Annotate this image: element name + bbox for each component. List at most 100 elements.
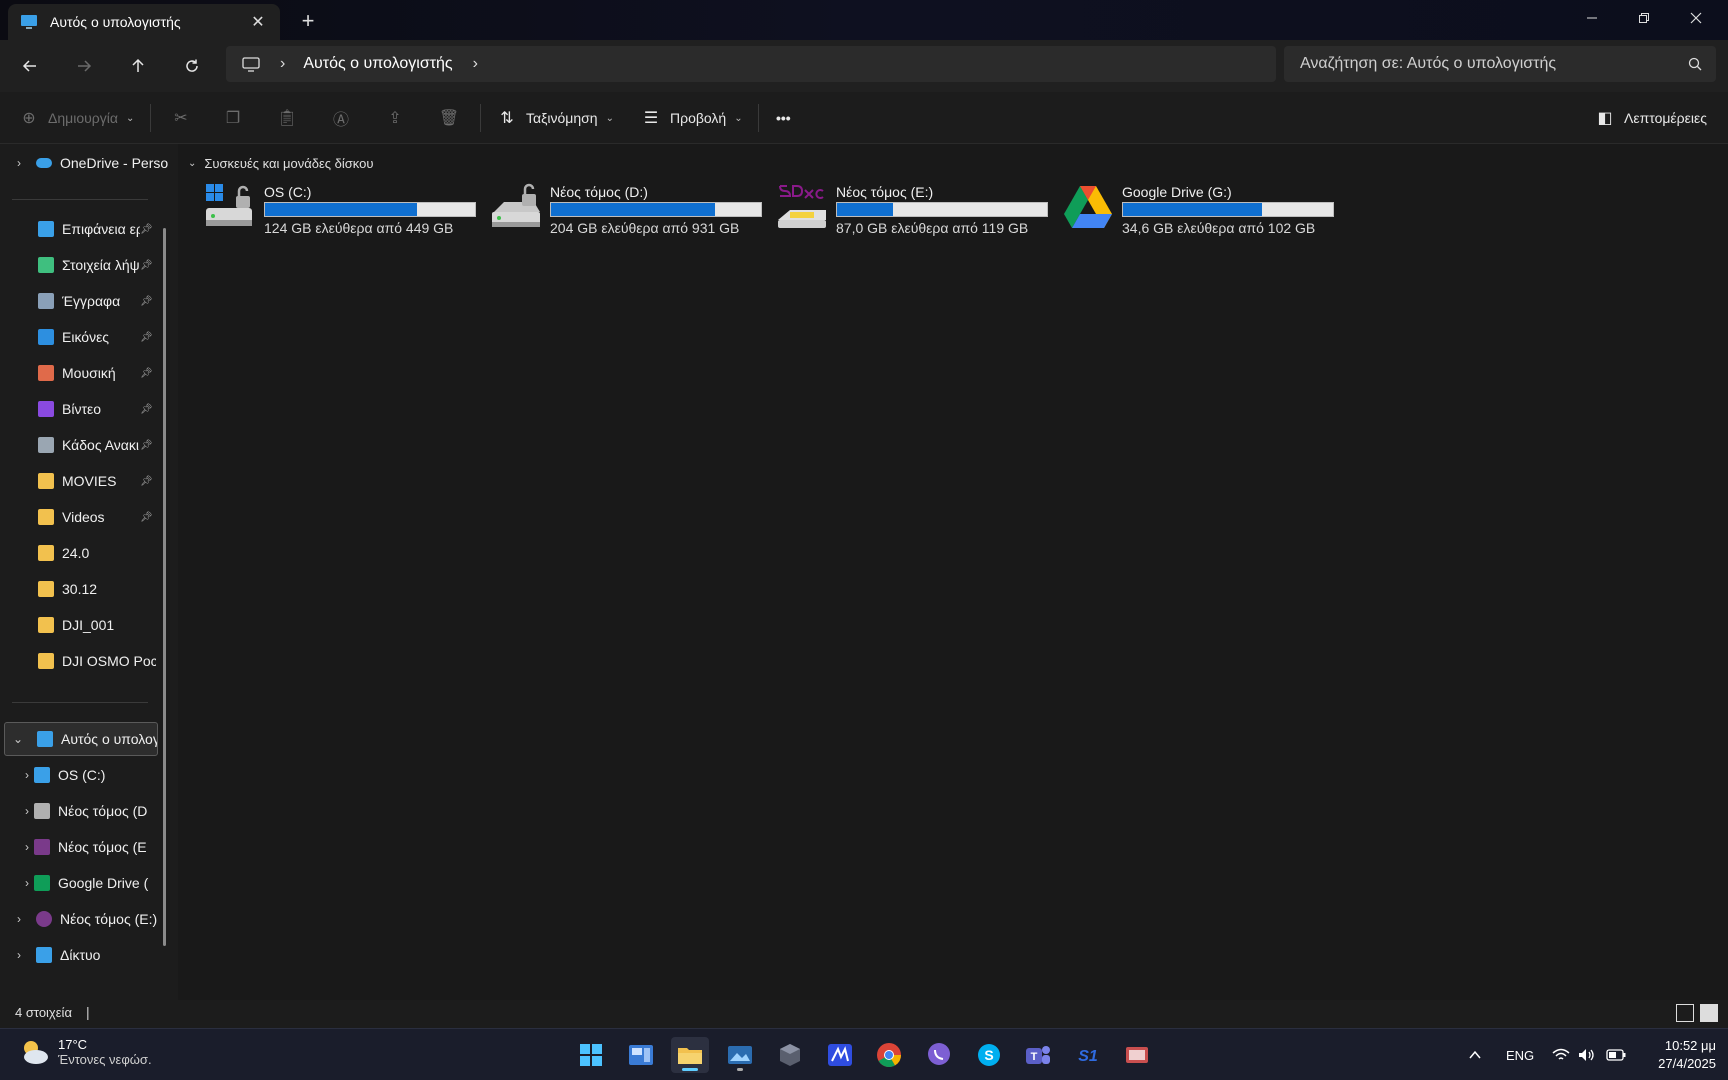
weather-widget[interactable]: 17°C Έντονες νεφώσ. <box>18 1037 152 1067</box>
paste-button[interactable]: 📋︎ <box>276 102 306 134</box>
sidebar-item-pinned[interactable]: Στοιχεία λήψ 📌︎ <box>38 248 156 282</box>
sidebar-item-drive[interactable]: › Νέος τόμος (E <box>20 830 158 864</box>
system-clock[interactable]: 10:52 μμ 27/4/2025 <box>1650 1037 1716 1073</box>
pin-icon[interactable]: 📌︎ <box>140 224 154 235</box>
forward-button[interactable] <box>66 48 102 84</box>
address-bar[interactable]: › Αυτός ο υπολογιστής › <box>226 46 1276 82</box>
sidebar-item-onedrive[interactable]: › OneDrive - Perso <box>12 146 172 180</box>
chevron-down-icon[interactable]: ⌄ <box>188 158 196 169</box>
group-header-devices[interactable]: ⌄ Συσκευές και μονάδες δίσκου <box>188 156 373 171</box>
close-window-button[interactable] <box>1670 0 1722 36</box>
drive-tile-e[interactable]: Νέος τόμος (E:) 87,0 GB ελεύθερα από 119… <box>772 180 1048 236</box>
sidebar-item-pinned[interactable]: MOVIES 📌︎ <box>38 464 156 498</box>
minimize-button[interactable] <box>1566 0 1618 36</box>
pin-icon[interactable]: 📌︎ <box>140 404 154 415</box>
rename-button[interactable]: Ⓐ <box>330 102 360 134</box>
chevron-down-icon[interactable]: ⌄ <box>11 732 25 746</box>
tab-this-pc[interactable]: Αυτός ο υπολογιστής ✕ <box>8 4 280 40</box>
chevron-right-icon[interactable]: › <box>20 768 34 782</box>
taskbar-app-teams[interactable]: T <box>1019 1037 1057 1073</box>
sd-card-icon <box>36 911 52 927</box>
share-button[interactable]: ⇪ <box>384 102 414 134</box>
pin-icon[interactable]: 📌︎ <box>140 512 154 523</box>
new-tab-button[interactable]: + <box>296 8 320 34</box>
more-options-button[interactable]: ••• <box>776 102 791 134</box>
taskbar-app-file-explorer[interactable] <box>671 1037 709 1073</box>
pin-icon[interactable]: 📌︎ <box>140 440 154 451</box>
sidebar-item-pinned[interactable]: Videos 📌︎ <box>38 500 156 534</box>
taskbar-app-skype[interactable]: S <box>970 1037 1008 1073</box>
sidebar-item-pinned[interactable]: 30.12 <box>38 572 156 606</box>
breadcrumb-this-pc[interactable]: Αυτός ο υπολογιστής <box>303 55 452 73</box>
drive-tile-c[interactable]: OS (C:) 124 GB ελεύθερα από 449 GB <box>200 180 476 236</box>
language-indicator[interactable]: ENG <box>1506 1029 1534 1080</box>
taskbar-app-remote-desktop[interactable] <box>1118 1037 1156 1073</box>
sidebar-item-network[interactable]: › Δίκτυο <box>12 938 172 972</box>
drive-tile-g[interactable]: Google Drive (G:) 34,6 GB ελεύθερα από 1… <box>1058 180 1334 236</box>
taskbar-app-3d[interactable] <box>771 1037 809 1073</box>
status-bar: 4 στοιχεία | <box>0 1000 1728 1028</box>
chevron-right-icon[interactable]: › <box>473 55 478 73</box>
sort-label: Ταξινόμηση <box>526 110 598 126</box>
sidebar-item-pinned[interactable]: DJI_001 <box>38 608 156 642</box>
chevron-right-icon[interactable]: › <box>12 948 26 962</box>
sort-button[interactable]: ⇅ Ταξινόμηση ⌄ <box>496 102 614 134</box>
sidebar-item-pinned[interactable]: Έγγραφα 📌︎ <box>38 284 156 318</box>
view-button[interactable]: ☰ Προβολή ⌄ <box>640 102 743 134</box>
sidebar-item-pinned[interactable]: DJI OSMO Pocke <box>38 644 156 678</box>
photos-icon <box>728 1046 752 1064</box>
taskbar-app-movavi[interactable] <box>821 1037 859 1073</box>
taskbar-app-widgets[interactable] <box>622 1037 660 1073</box>
sidebar-item-removable-e[interactable]: › Νέος τόμος (E:) <box>12 902 172 936</box>
sidebar-item-pinned[interactable]: Κάδος Ανακι 📌︎ <box>38 428 156 462</box>
sidebar-item-pinned[interactable]: Εικόνες 📌︎ <box>38 320 156 354</box>
copy-button[interactable]: ❐ <box>222 102 252 134</box>
pin-icon[interactable]: 📌︎ <box>140 260 154 271</box>
chevron-right-icon[interactable]: › <box>280 55 285 73</box>
chevron-right-icon[interactable]: › <box>20 804 34 818</box>
chevron-right-icon[interactable]: › <box>12 156 26 170</box>
pin-icon[interactable]: 📌︎ <box>140 332 154 343</box>
details-view-icon[interactable] <box>1676 1004 1694 1022</box>
status-separator: | <box>86 1004 90 1020</box>
tiles-view-icon[interactable] <box>1700 1004 1718 1022</box>
sidebar-scrollbar[interactable] <box>163 228 166 946</box>
cut-button[interactable]: ✂ <box>170 102 200 134</box>
sidebar-item-this-pc[interactable]: ⌄ Αυτός ο υπολογ <box>4 722 158 756</box>
show-hidden-icons-button[interactable] <box>1468 1029 1482 1080</box>
up-button[interactable] <box>120 48 156 84</box>
start-button[interactable] <box>572 1037 610 1073</box>
battery-icon[interactable] <box>1606 1029 1626 1080</box>
search-box[interactable]: Αναζήτηση σε: Αυτός ο υπολογιστής <box>1284 46 1716 82</box>
sidebar-item-pinned[interactable]: Βίντεο 📌︎ <box>38 392 156 426</box>
sidebar-item-drive[interactable]: › Νέος τόμος (D <box>20 794 158 828</box>
refresh-button[interactable] <box>174 48 210 84</box>
chevron-right-icon[interactable]: › <box>20 876 34 890</box>
sidebar-item-pinned[interactable]: Επιφάνεια ερ 📌︎ <box>38 212 156 246</box>
restore-button[interactable] <box>1618 0 1670 36</box>
sidebar-item-pinned[interactable]: 24.0 <box>38 536 156 570</box>
sidebar-item-drive[interactable]: › Google Drive ( <box>20 866 158 900</box>
close-tab-icon[interactable]: ✕ <box>248 12 268 32</box>
pin-icon[interactable]: 📌︎ <box>140 368 154 379</box>
volume-icon[interactable] <box>1578 1029 1596 1080</box>
taskbar-app-studio-one[interactable]: S1 <box>1069 1037 1107 1073</box>
teams-icon: T <box>1026 1046 1050 1064</box>
taskbar-app-viber[interactable] <box>920 1037 958 1073</box>
new-button[interactable]: ⊕ Δημιουργία ⌄ <box>18 102 134 134</box>
chevron-right-icon[interactable]: › <box>20 840 34 854</box>
details-pane-button[interactable]: ◧ Λεπτομέρειες <box>1594 102 1707 134</box>
search-input[interactable]: Αναζήτηση σε: Αυτός ο υπολογιστής <box>1300 55 1688 73</box>
pin-icon[interactable]: 📌︎ <box>140 476 154 487</box>
chevron-right-icon[interactable]: › <box>12 912 26 926</box>
delete-button[interactable]: 🗑︎ <box>438 102 468 134</box>
back-button[interactable] <box>12 48 48 84</box>
sidebar-item-drive[interactable]: › OS (C:) <box>20 758 158 792</box>
pin-icon[interactable]: 📌︎ <box>140 296 154 307</box>
taskbar-app-photos[interactable] <box>721 1037 759 1073</box>
drive-tile-d[interactable]: Νέος τόμος (D:) 204 GB ελεύθερα από 931 … <box>486 180 762 236</box>
chevron-up-icon <box>1469 1050 1481 1059</box>
sidebar-item-pinned[interactable]: Μουσική 📌︎ <box>38 356 156 390</box>
taskbar-app-chrome[interactable] <box>870 1037 908 1073</box>
wifi-icon[interactable] <box>1552 1029 1570 1080</box>
